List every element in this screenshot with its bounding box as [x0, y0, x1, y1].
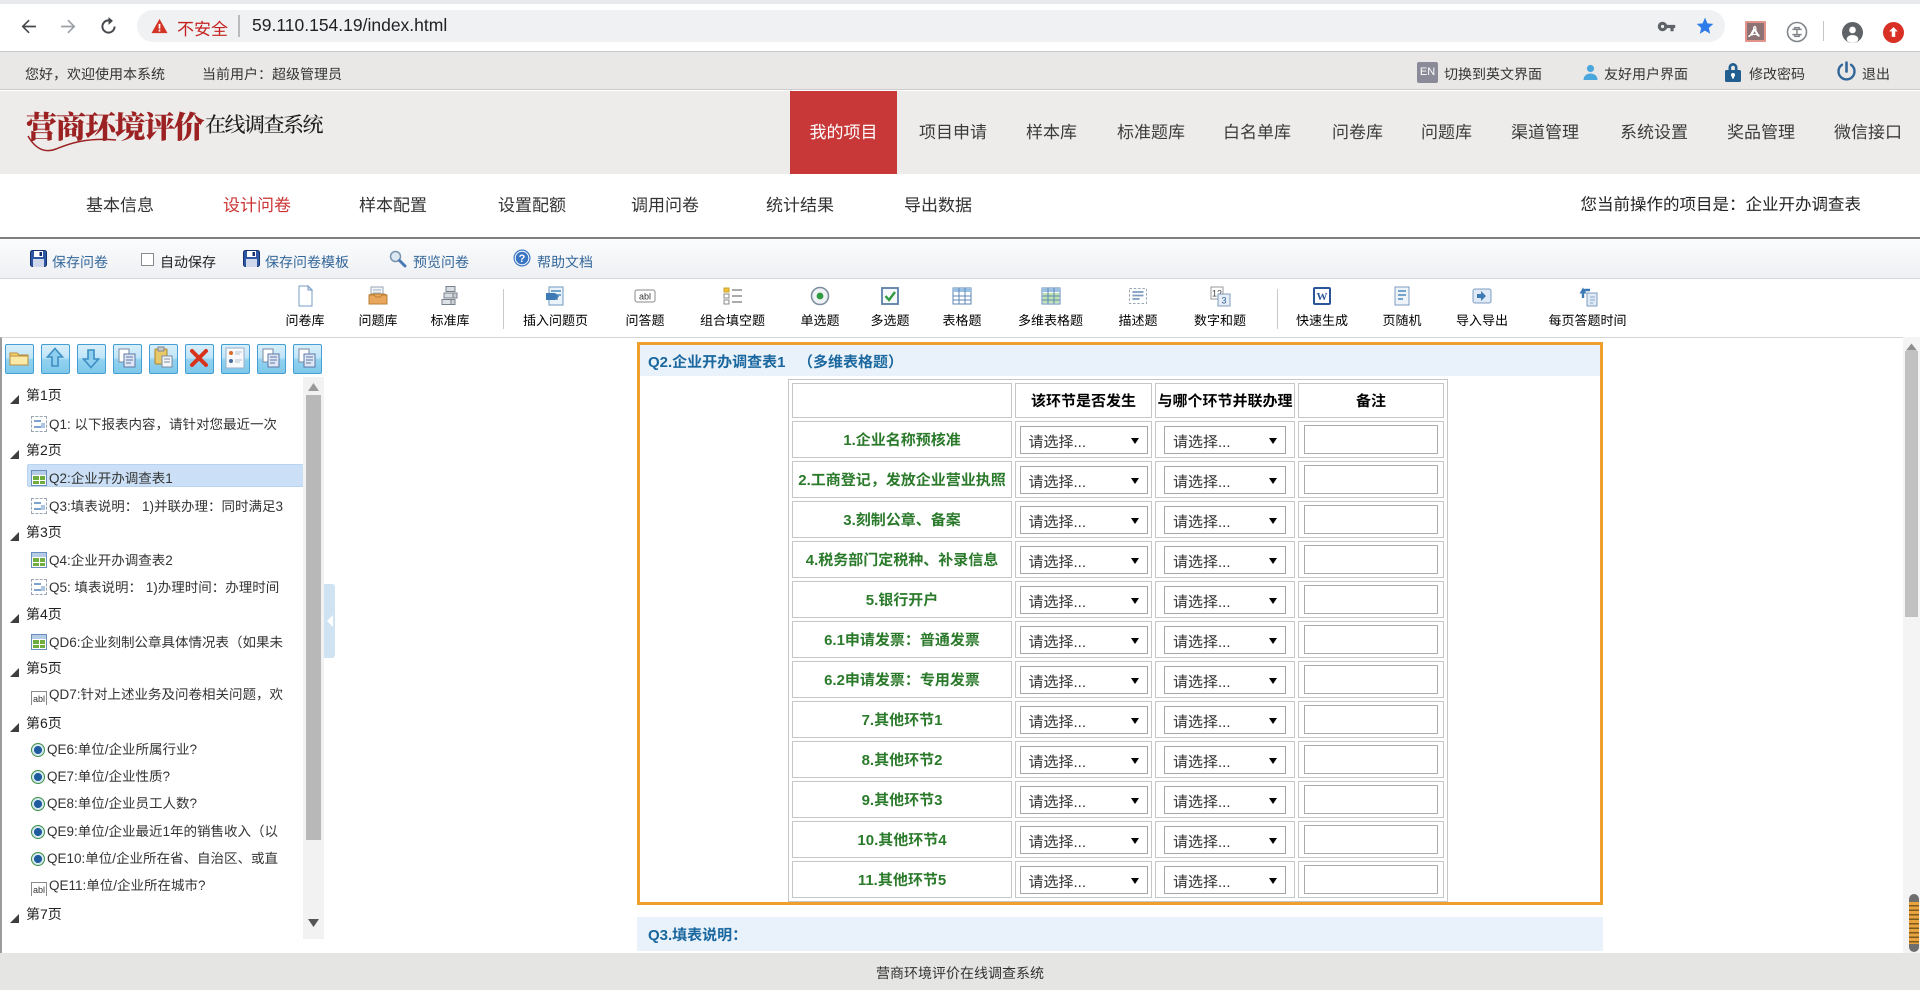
svg-text:3: 3: [1221, 296, 1226, 306]
svg-text:W: W: [1317, 291, 1328, 303]
svg-text:?: ?: [519, 253, 526, 265]
svg-text:abl: abl: [639, 292, 651, 302]
